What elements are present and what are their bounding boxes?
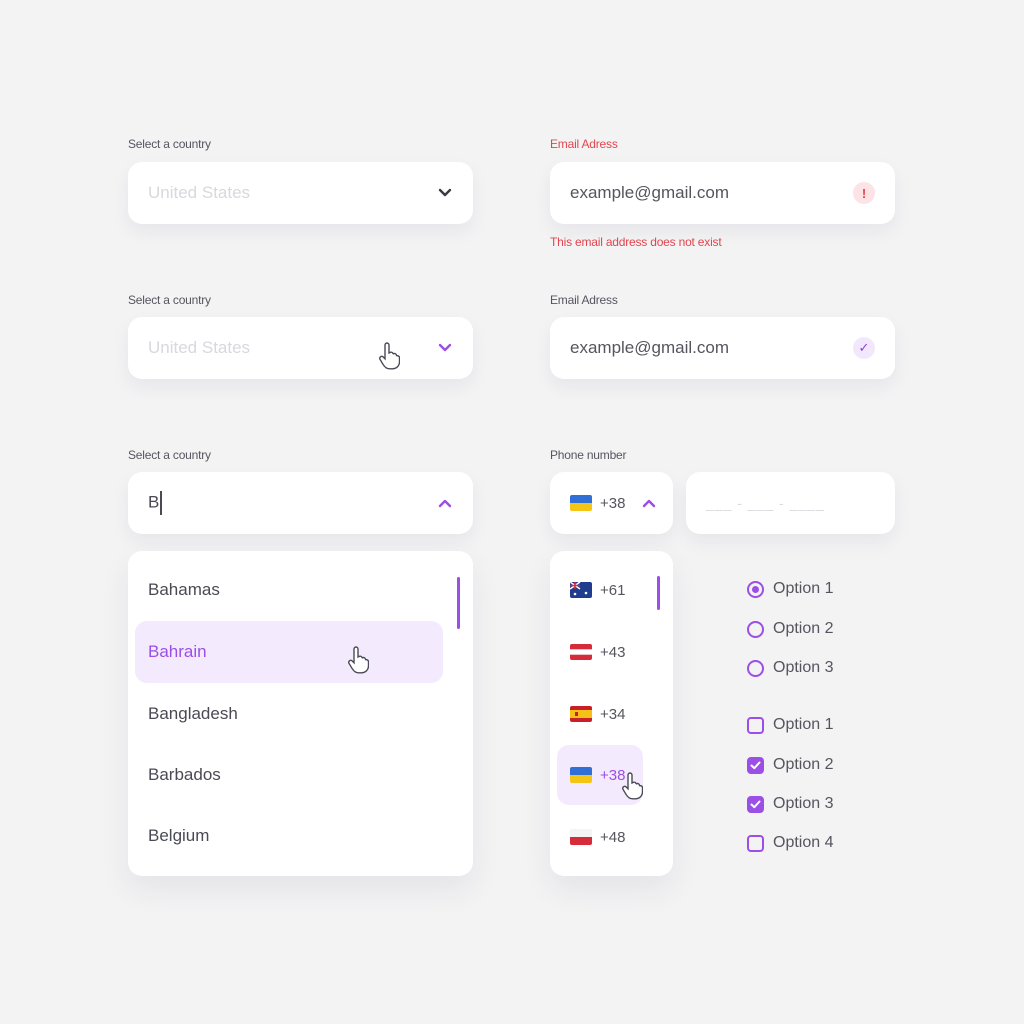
country-label-1: Select a country: [128, 137, 211, 151]
email-value[interactable]: example@gmail.com: [570, 338, 853, 358]
hand-cursor-icon: [622, 772, 643, 800]
country-select-hover[interactable]: United States: [128, 317, 473, 379]
radio-selected-icon: [747, 580, 764, 598]
country-option-bangladesh[interactable]: Bangladesh: [135, 683, 443, 745]
phone-code-option[interactable]: +34: [557, 684, 643, 744]
phone-code-option[interactable]: +61: [557, 560, 643, 620]
text-caret: [160, 491, 163, 515]
phone-code-value: +38: [600, 494, 626, 512]
checkbox-option-2[interactable]: Option 2: [747, 756, 833, 774]
phone-code-select[interactable]: +38: [550, 472, 673, 534]
phone-code-option[interactable]: +43: [557, 622, 643, 682]
hand-cursor-icon: [379, 342, 400, 370]
country-option-bahamas[interactable]: Bahamas: [135, 559, 443, 621]
checkbox-checked-icon: [747, 795, 764, 813]
dropdown-scrollbar[interactable]: [657, 576, 660, 610]
phone-number-input[interactable]: ___ - ___ - ____: [686, 472, 895, 534]
chevron-up-icon: [437, 495, 453, 511]
email-field-error[interactable]: example@gmail.com !: [550, 162, 895, 224]
email-label-valid: Email Adress: [550, 293, 618, 307]
country-label-3: Select a country: [128, 448, 211, 462]
poland-flag-icon: [570, 829, 592, 845]
checkbox-option-3[interactable]: Option 3: [747, 795, 833, 813]
phone-label: Phone number: [550, 448, 627, 462]
country-select-default[interactable]: United States: [128, 162, 473, 224]
spain-flag-icon: [570, 706, 592, 722]
checkbox-option-4[interactable]: Option 4: [747, 834, 833, 852]
austria-flag-icon: [570, 644, 592, 660]
phone-code-dropdown: +61 +43 +34 +38 +48: [550, 551, 673, 876]
country-option-barbados[interactable]: Barbados: [135, 744, 443, 806]
checkbox-unchecked-icon: [747, 834, 764, 852]
email-field-valid[interactable]: example@gmail.com ✓: [550, 317, 895, 379]
checkbox-option-1[interactable]: Option 1: [747, 716, 833, 734]
radio-unselected-icon: [747, 659, 764, 677]
country-select-open[interactable]: B: [128, 472, 473, 534]
email-value[interactable]: example@gmail.com: [570, 183, 853, 203]
hand-cursor-icon: [348, 646, 369, 674]
chevron-down-icon: [437, 340, 453, 356]
error-icon: !: [853, 182, 875, 204]
checkbox-unchecked-icon: [747, 716, 764, 734]
country-select-value: United States: [148, 183, 251, 202]
phone-number-placeholder: ___ - ___ - ____: [706, 495, 825, 511]
ukraine-flag-icon: [570, 495, 592, 511]
dropdown-scrollbar[interactable]: [457, 577, 460, 629]
radio-option-3[interactable]: Option 3: [747, 659, 833, 677]
country-search-input[interactable]: B: [148, 491, 437, 515]
check-icon: ✓: [853, 337, 875, 359]
radio-option-1[interactable]: Option 1: [747, 580, 833, 598]
radio-option-2[interactable]: Option 2: [747, 620, 833, 638]
chevron-down-icon: [437, 185, 453, 201]
country-option-bahrain[interactable]: Bahrain: [135, 621, 443, 683]
checkbox-checked-icon: [747, 756, 764, 774]
country-option-belgium[interactable]: Belgium: [135, 805, 443, 867]
phone-code-option[interactable]: +48: [557, 807, 643, 867]
radio-unselected-icon: [747, 620, 764, 638]
australia-flag-icon: [570, 582, 592, 598]
email-error-message: This email address does not exist: [550, 235, 722, 249]
chevron-up-icon: [641, 495, 657, 511]
country-dropdown: Bahamas Bahrain Bangladesh Barbados Belg…: [128, 551, 473, 876]
email-label-error: Email Adress: [550, 137, 618, 151]
ukraine-flag-icon: [570, 767, 592, 783]
country-label-2: Select a country: [128, 293, 211, 307]
